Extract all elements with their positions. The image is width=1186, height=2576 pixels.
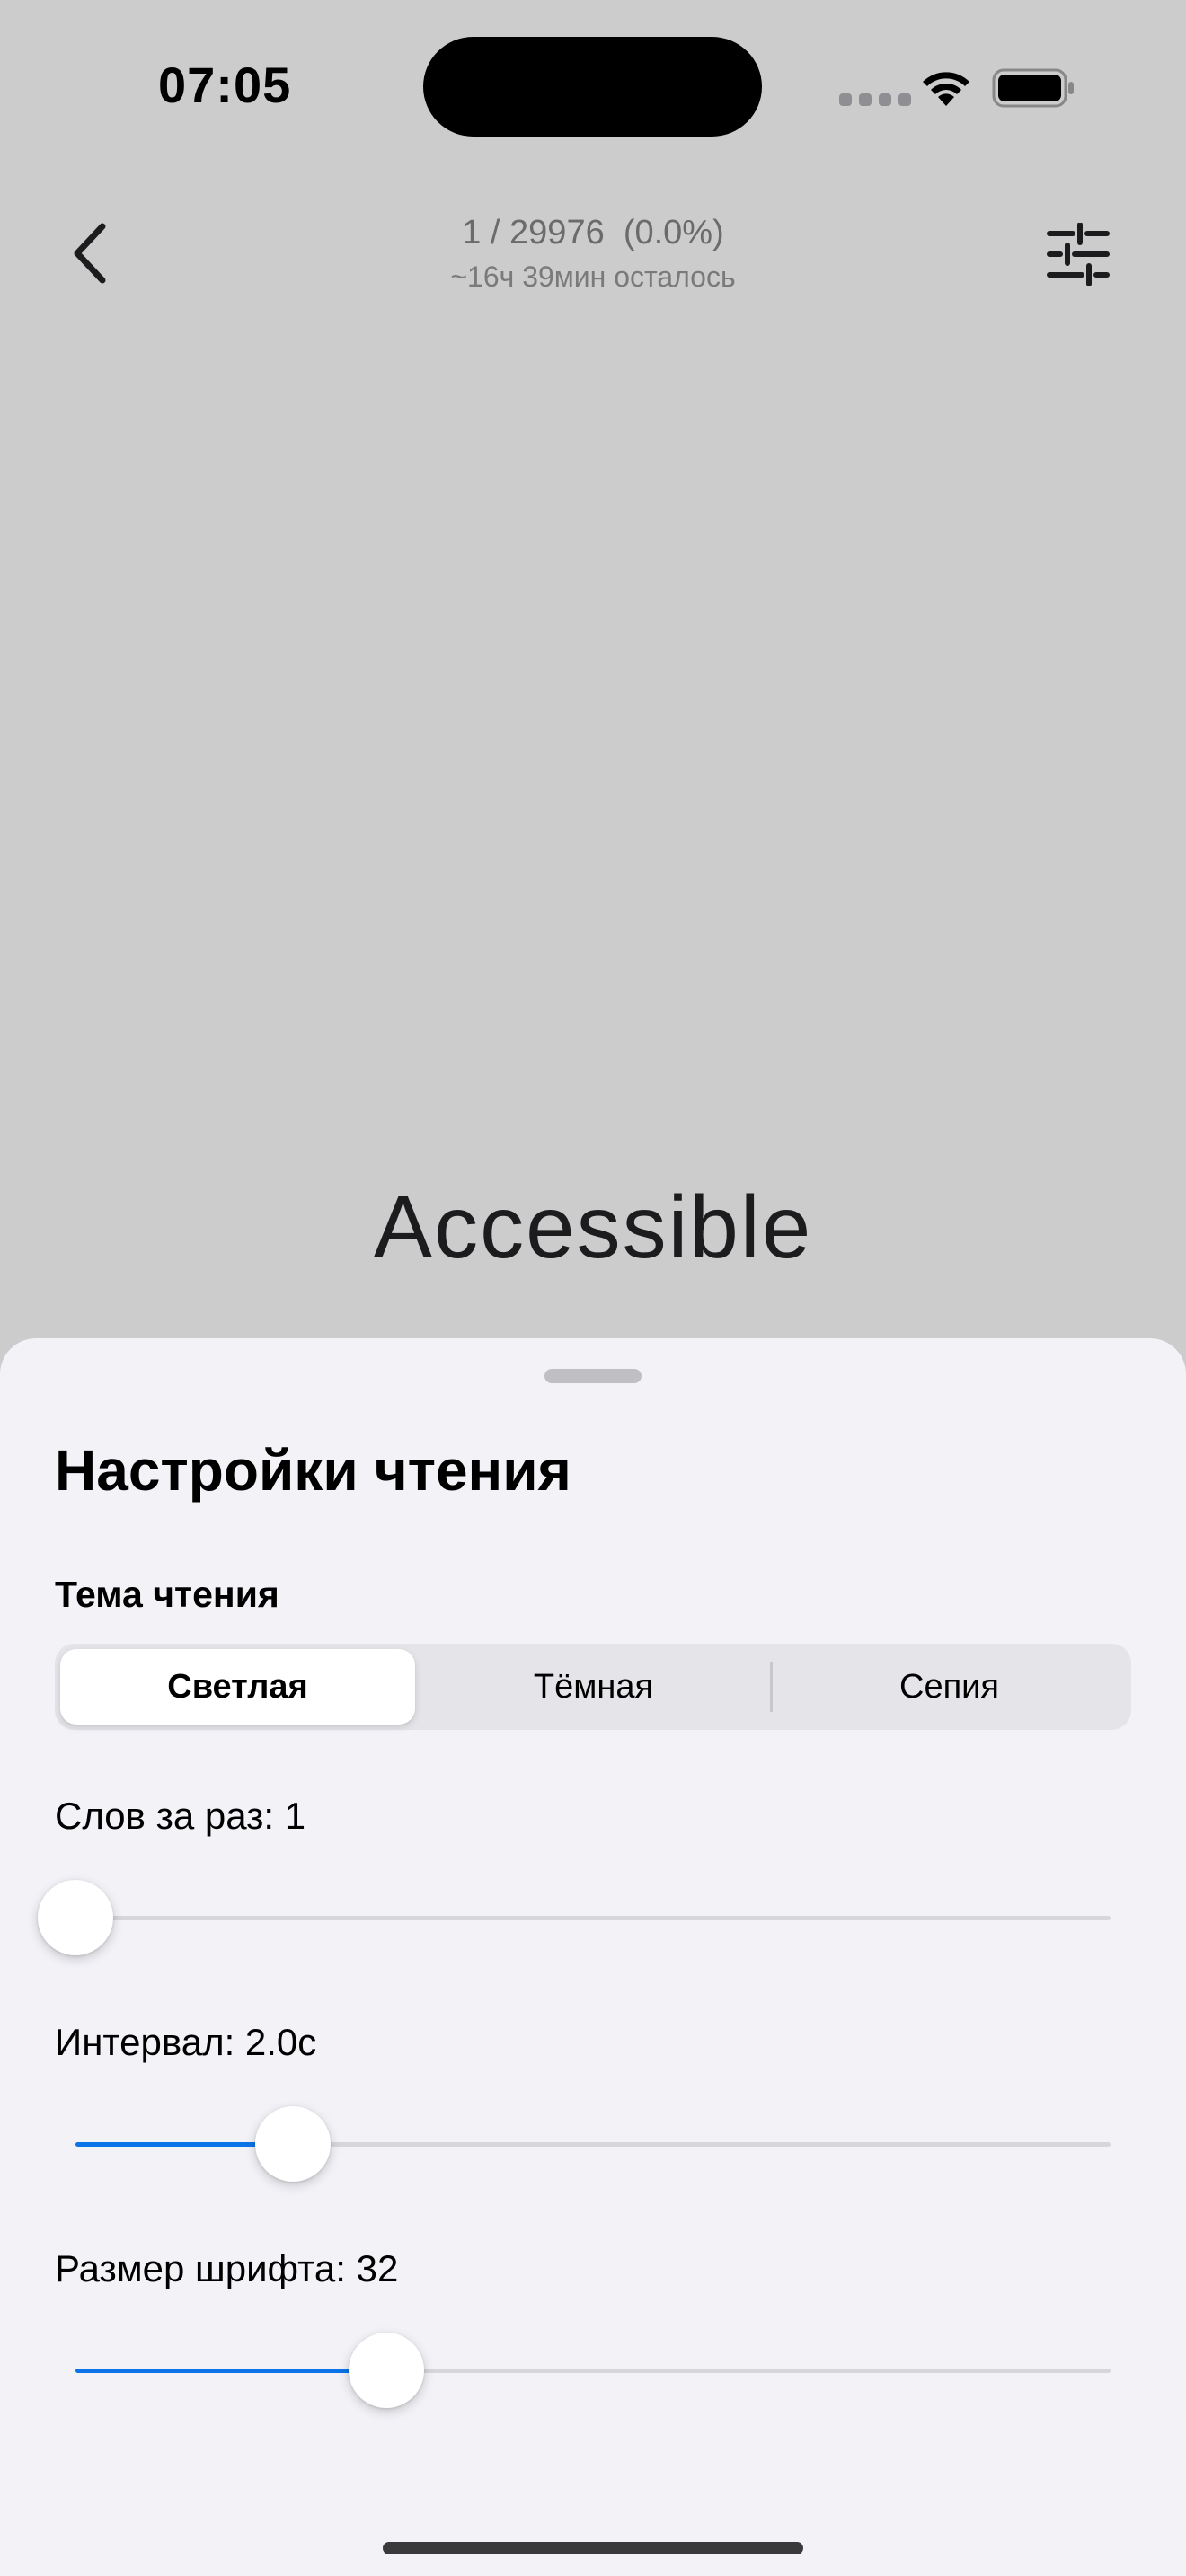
dynamic-island <box>423 37 762 137</box>
theme-sepia[interactable]: Сепия <box>772 1649 1127 1725</box>
words-per-step-label: Слов за раз: 1 <box>55 1795 306 1837</box>
theme-label: Тема чтения <box>55 1574 279 1615</box>
home-indicator <box>383 2542 803 2554</box>
slider-thumb[interactable] <box>254 2106 331 2182</box>
slider-thumb[interactable] <box>38 1880 113 1955</box>
slider-thumb[interactable] <box>348 2333 424 2408</box>
slider-track <box>75 1916 1111 1920</box>
words-per-step-slider[interactable] <box>38 1877 1111 1958</box>
current-word: Accessible <box>373 1178 813 1276</box>
reading-progress: 1 / 29976 (0.0%) <box>462 214 724 251</box>
sheet-title: Настройки чтения <box>55 1438 571 1503</box>
status-time: 07:05 <box>158 57 292 113</box>
sheet-grabber[interactable] <box>544 1369 642 1383</box>
time-remaining: ~16ч 39мин осталось <box>450 260 736 293</box>
font-size-label: Размер шрифта: 32 <box>55 2247 399 2289</box>
theme-dark[interactable]: Тёмная <box>416 1649 771 1725</box>
reading-settings-button[interactable] <box>1042 222 1114 287</box>
theme-light[interactable]: Светлая <box>60 1649 415 1725</box>
theme-segmented-control: Светлая Тёмная Сепия <box>55 1644 1131 1730</box>
slider-fill <box>75 2369 386 2373</box>
battery-icon <box>992 68 1074 108</box>
interval-slider[interactable] <box>75 2104 1111 2184</box>
font-size-slider[interactable] <box>75 2330 1111 2411</box>
sliders-icon <box>1047 222 1110 287</box>
wifi-icon <box>923 72 969 106</box>
interval-label: Интервал: 2.0с <box>55 2021 317 2063</box>
